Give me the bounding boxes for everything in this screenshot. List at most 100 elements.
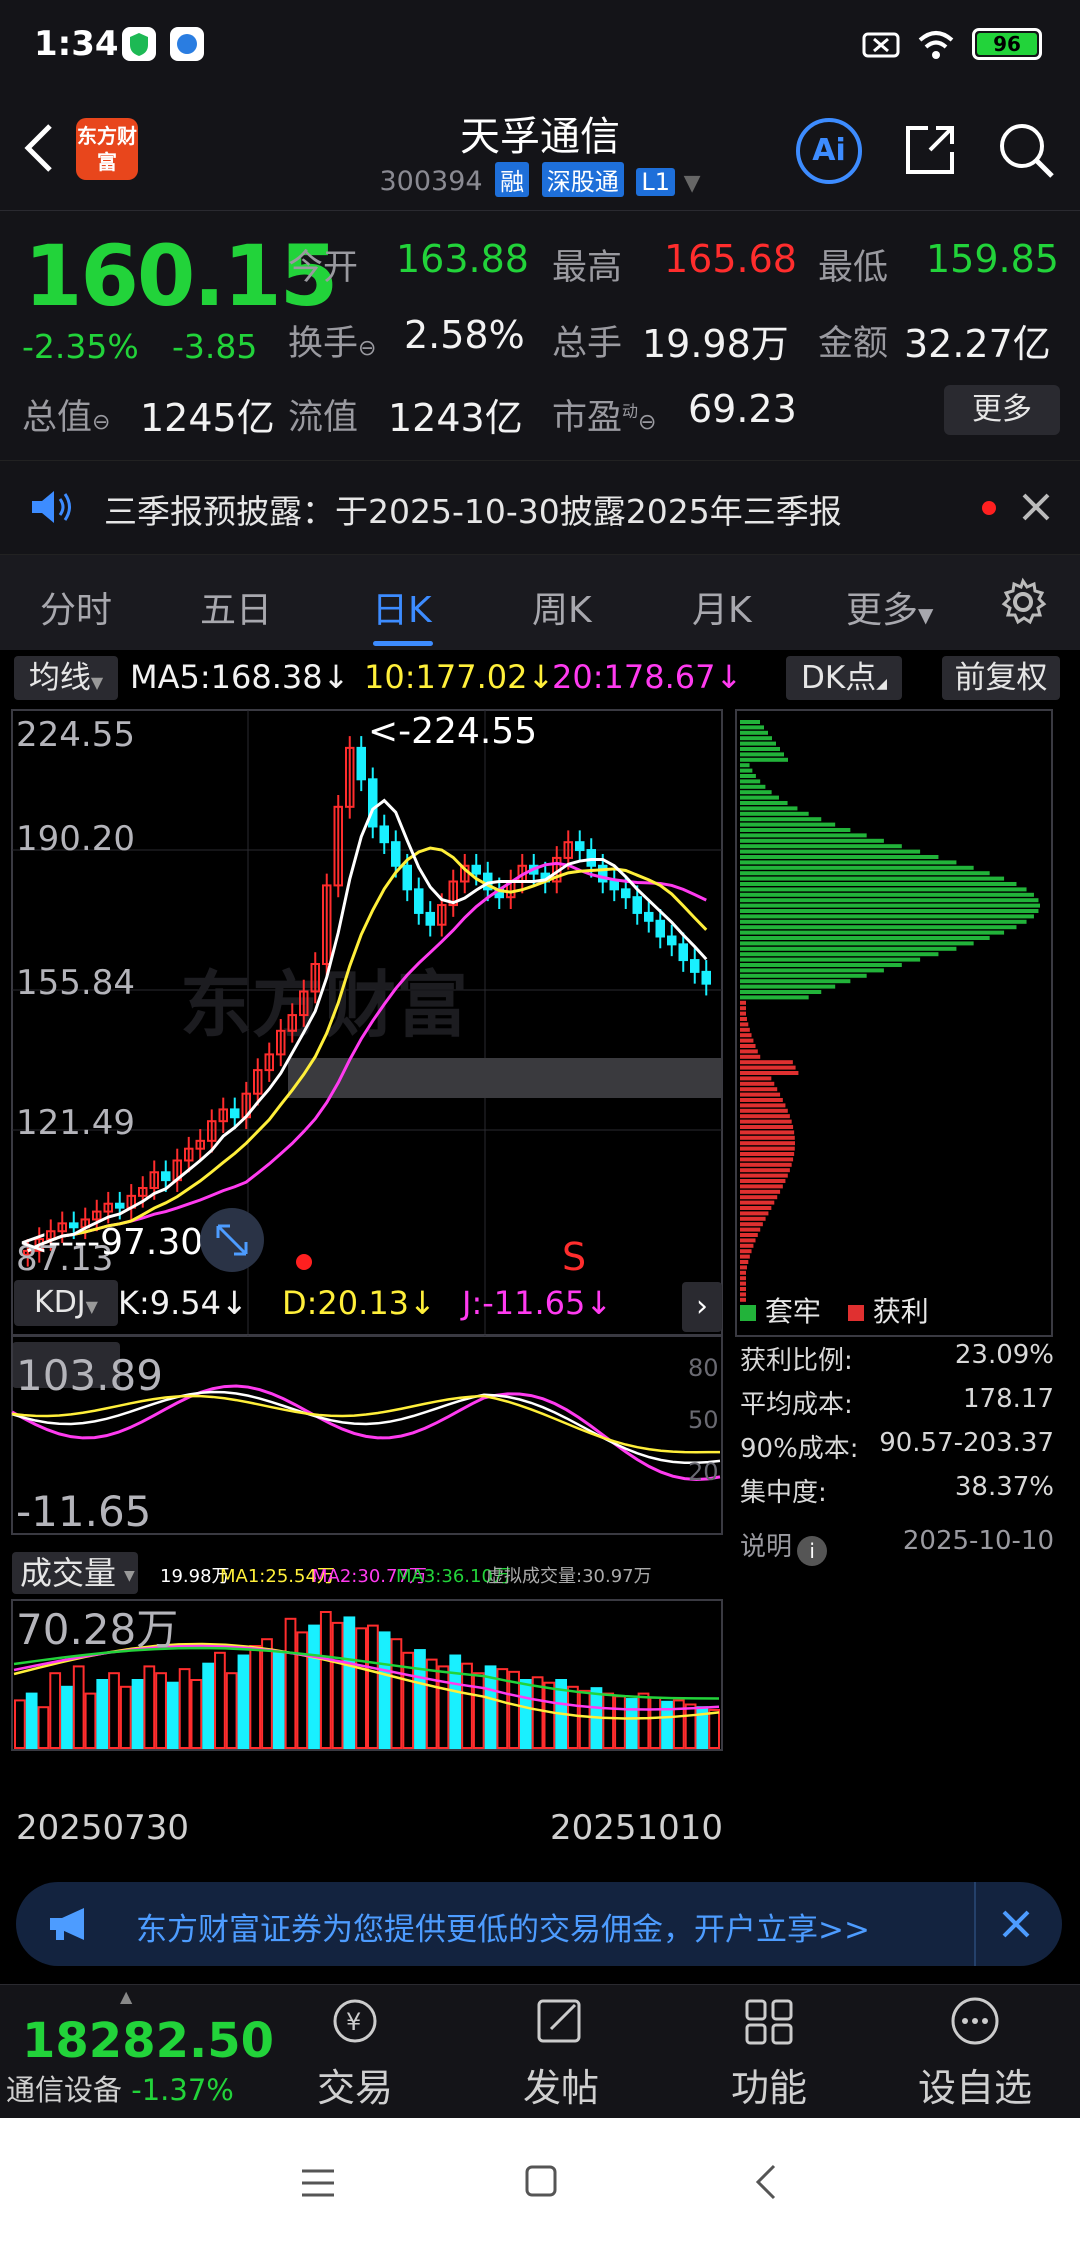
chip-bar <box>740 720 760 724</box>
chip-bar <box>740 995 809 1000</box>
chip-bar <box>740 957 921 962</box>
chip-bar <box>740 730 768 735</box>
low-marker: <----97.30 <box>18 1222 203 1263</box>
tab-intraday[interactable]: 分时 <box>40 581 112 633</box>
volume-bar <box>437 1665 450 1749</box>
chip-bar <box>740 844 902 849</box>
nav-functions[interactable]: 功能 <box>694 1995 844 2112</box>
chip-bar <box>740 1211 769 1216</box>
chip-bar <box>740 1044 756 1048</box>
chip-bar <box>740 1270 746 1275</box>
volume-bar <box>296 1631 309 1749</box>
chip-bar <box>740 1135 795 1140</box>
volume-bar <box>155 1672 167 1750</box>
volume-bar <box>355 1627 368 1750</box>
volume-bar <box>519 1679 532 1749</box>
date-end: 20251010 <box>550 1808 724 1848</box>
volume-bar <box>25 1692 38 1750</box>
chip-bar <box>740 1189 781 1194</box>
chip-bar <box>740 833 867 838</box>
info-icon[interactable]: i <box>797 1535 828 1566</box>
chip-bar <box>740 811 809 816</box>
ai-button[interactable]: Ai <box>796 118 862 184</box>
kdj-lines <box>11 1384 721 1482</box>
candle-body <box>632 896 642 914</box>
back-nav-icon[interactable] <box>752 2162 782 2206</box>
chip-bar <box>740 963 902 967</box>
kdj-toggle[interactable]: KDJ▼ <box>14 1280 118 1326</box>
pe-label: 市盈动⊖ <box>552 398 657 438</box>
gear-icon[interactable] <box>998 577 1048 631</box>
active-tab-indicator <box>373 641 433 646</box>
nav-post[interactable]: 发帖 <box>486 1995 636 2112</box>
close-icon[interactable] <box>1020 491 1052 527</box>
close-icon[interactable] <box>1000 1908 1032 1944</box>
kdj-chart[interactable]: 103.89 -11.65 80 50 20 成交量 ▼ 19.98万 MA1:… <box>0 1334 740 1754</box>
change-amount: -3.85 <box>172 327 258 366</box>
more-button[interactable]: 更多 <box>944 385 1060 435</box>
sector-index-line[interactable]: 通信设备 -1.37% <box>6 2067 234 2109</box>
chip-bar <box>740 952 939 957</box>
tab-five-day[interactable]: 五日 <box>200 581 272 633</box>
sector-index-value[interactable]: 18282.50 <box>22 2013 274 2069</box>
kdj-level: 20 <box>688 1458 719 1486</box>
amount-value: 32.27亿 <box>904 322 1051 366</box>
volume-bar <box>308 1624 320 1750</box>
chip-note-row[interactable]: 说明 i 2025-10-10 <box>740 1526 1054 1570</box>
volume-bar <box>119 1685 132 1749</box>
volume-bar <box>225 1672 238 1750</box>
trapped-swatch <box>740 1305 756 1321</box>
candle-body <box>161 1171 171 1182</box>
chip-bar <box>740 790 772 795</box>
chip-bar <box>740 1103 786 1108</box>
tab-weekly-k[interactable]: 周K <box>532 581 592 633</box>
turnover-label: 换手⊖ <box>288 324 377 364</box>
volume-bar <box>414 1649 426 1749</box>
high-label: 最高 <box>552 248 623 288</box>
home-icon[interactable] <box>524 2164 558 2202</box>
promo-banner[interactable]: 东方财富证券为您提供更低的交易佣金，开户立享>> <box>16 1882 1062 1966</box>
change-percent: -2.35% <box>22 327 139 366</box>
menu-icon[interactable] <box>300 2166 336 2204</box>
kdj-d-value: D:20.13↓ <box>282 1284 436 1322</box>
nav-watchlist[interactable]: 设自选 <box>900 1995 1050 2112</box>
quote-panel: 160.15 -2.35% -3.85 今开 163.88 最高 165.68 … <box>0 210 1080 460</box>
chip-bar <box>740 1233 758 1237</box>
chip-bar <box>740 1022 749 1027</box>
edit-icon <box>537 1999 581 2043</box>
candle-body <box>115 1202 125 1209</box>
low-label: 最低 <box>818 248 889 288</box>
float-value: 1243亿 <box>388 396 523 440</box>
chip-bar <box>740 1157 794 1162</box>
chip-bar <box>740 1130 795 1135</box>
volume-bar <box>602 1692 615 1750</box>
open-value: 163.88 <box>396 237 529 281</box>
chip-bar <box>740 828 851 832</box>
chip-row: 平均成本: 178.17 <box>740 1384 1054 1420</box>
caret-up-icon: ▲ <box>120 1987 133 2006</box>
chip-bar <box>740 973 867 978</box>
chip-bar <box>740 1146 795 1151</box>
unread-dot <box>982 501 996 515</box>
tab-more[interactable]: 更多▼ <box>846 581 933 633</box>
tab-monthly-k[interactable]: 月K <box>692 581 752 633</box>
search-icon[interactable] <box>996 120 1056 184</box>
tab-daily-k[interactable]: 日K <box>372 581 432 633</box>
share-icon[interactable] <box>900 120 960 184</box>
yuan-icon: ¥ <box>333 1999 377 2043</box>
chip-bar <box>740 1038 754 1043</box>
chevron-right-icon[interactable]: › <box>682 1282 722 1332</box>
chip-bar <box>740 1227 761 1232</box>
chip-bar <box>740 882 1017 886</box>
chip-bar <box>740 752 784 757</box>
chip-bar <box>740 1238 756 1243</box>
nav-trade[interactable]: ¥ 交易 <box>280 1995 430 2112</box>
chip-bar <box>740 1152 795 1156</box>
chip-bar <box>740 784 766 789</box>
chip-bar <box>740 892 1034 897</box>
volume-bar <box>367 1624 379 1750</box>
chip-bar <box>740 838 884 843</box>
chip-bar <box>740 1243 754 1248</box>
chip-bar <box>740 1114 790 1119</box>
notice-bar[interactable]: 三季报预披露：于2025-10-30披露2025年三季报 <box>0 460 1080 554</box>
